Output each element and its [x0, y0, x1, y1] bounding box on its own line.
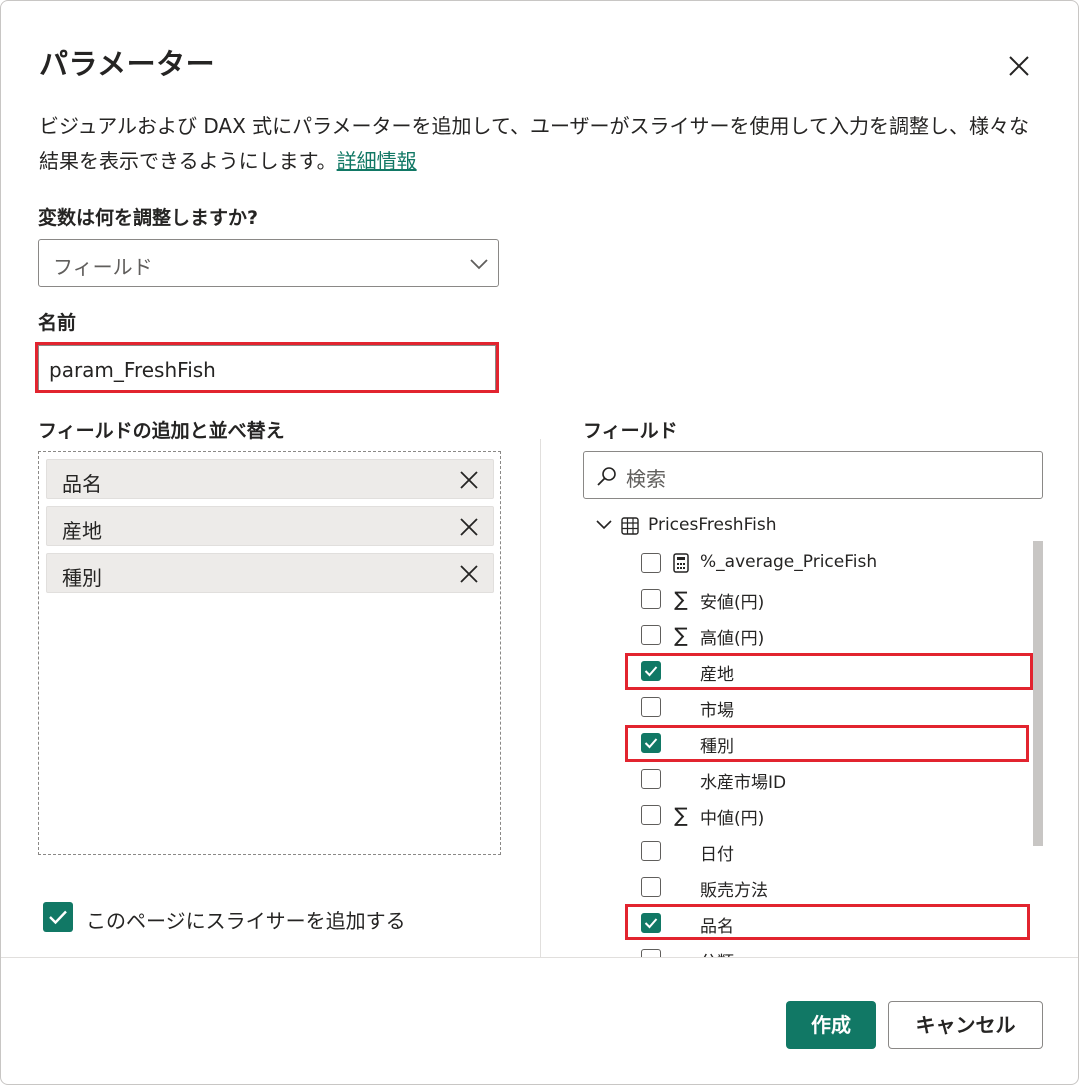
field-label: 高値(円) — [700, 629, 765, 649]
field-item[interactable]: 市場 — [641, 694, 1041, 724]
search-icon — [597, 467, 616, 486]
name-input[interactable]: param_FreshFish — [38, 345, 496, 391]
field-list-scrollbar[interactable] — [1033, 541, 1043, 846]
field-checkbox[interactable] — [641, 805, 661, 825]
field-checkbox[interactable] — [641, 661, 661, 681]
check-icon — [644, 918, 658, 929]
field-checkbox[interactable] — [641, 949, 661, 957]
field-item[interactable]: ∑ 安値(円) — [641, 586, 1041, 616]
variable-select[interactable]: フィールド — [38, 239, 499, 287]
field-checkbox[interactable] — [641, 877, 661, 897]
field-checkbox[interactable] — [641, 589, 661, 609]
remove-icon[interactable] — [458, 516, 480, 538]
close-button[interactable] — [1004, 51, 1034, 81]
field-checkbox[interactable] — [641, 733, 661, 753]
chevron-down-icon[interactable] — [595, 518, 613, 532]
field-checkbox[interactable] — [641, 913, 661, 933]
chevron-down-icon — [470, 259, 488, 270]
table-icon — [621, 517, 639, 535]
field-checkbox[interactable] — [641, 841, 661, 861]
field-item[interactable]: %_average_PriceFish — [641, 550, 1041, 580]
check-icon — [49, 910, 67, 925]
order-chip-label: 種別 — [62, 566, 102, 590]
field-label: 分類 — [700, 948, 734, 957]
column-divider — [540, 439, 541, 957]
table-name: PricesFreshFish — [648, 515, 777, 535]
cancel-button[interactable]: キャンセル — [888, 1001, 1043, 1049]
dialog-title: パラメーター — [39, 47, 216, 81]
field-label: %_average_PriceFish — [700, 552, 878, 572]
name-label: 名前 — [38, 312, 77, 334]
create-button[interactable]: 作成 — [786, 1001, 876, 1049]
sigma-icon: ∑ — [674, 587, 688, 611]
field-search-input[interactable]: 検索 — [583, 451, 1043, 499]
parameter-dialog: パラメーター ビジュアルおよび DAX 式にパラメーターを追加して、ユーザーがス… — [0, 0, 1079, 1085]
field-item[interactable]: ∑ 中値(円) — [641, 802, 1041, 832]
order-chip-label: 品名 — [62, 472, 102, 496]
field-tree: PricesFreshFish %_average_PriceFish ∑ 安値… — [581, 506, 1051, 957]
dialog-description: ビジュアルおよび DAX 式にパラメーターを追加して、ユーザーがスライサーを使用… — [39, 109, 1029, 179]
field-label: 中値(円) — [700, 809, 765, 829]
footer-divider — [1, 957, 1078, 958]
remove-icon[interactable] — [458, 469, 480, 491]
name-input-value: param_FreshFish — [49, 358, 216, 382]
field-item[interactable]: 品名 — [641, 910, 1041, 940]
calculator-icon — [673, 553, 689, 573]
field-label: 安値(円) — [700, 593, 765, 613]
search-placeholder: 検索 — [626, 467, 666, 491]
field-item[interactable]: ∑ 高値(円) — [641, 622, 1041, 652]
sigma-icon: ∑ — [674, 803, 688, 827]
field-label: 産地 — [700, 665, 734, 685]
field-label: 日付 — [700, 845, 734, 865]
check-icon — [644, 666, 658, 677]
order-chip[interactable]: 種別 — [46, 553, 494, 593]
field-checkbox[interactable] — [641, 769, 661, 789]
field-order-list[interactable]: 品名 産地 種別 — [38, 451, 501, 855]
fields-label: フィールド — [583, 420, 678, 442]
order-label: フィールドの追加と並べ替え — [38, 420, 285, 442]
variable-label: 変数は何を調整しますか? — [38, 207, 259, 229]
field-label: 販売方法 — [700, 881, 768, 901]
close-icon — [1009, 56, 1029, 76]
description-text: ビジュアルおよび DAX 式にパラメーターを追加して、ユーザーがスライサーを使用… — [39, 114, 1029, 173]
remove-icon[interactable] — [458, 563, 480, 585]
field-item[interactable]: 水産市場ID — [641, 766, 1041, 796]
sigma-icon: ∑ — [674, 623, 688, 647]
field-label: 品名 — [700, 917, 734, 937]
field-item[interactable]: 種別 — [641, 730, 1041, 760]
order-chip[interactable]: 産地 — [46, 506, 494, 546]
field-label: 種別 — [700, 737, 734, 757]
field-label: 市場 — [700, 701, 734, 721]
learn-more-link[interactable]: 詳細情報 — [337, 149, 417, 173]
field-checkbox[interactable] — [641, 625, 661, 645]
add-slicer-label[interactable]: このページにスライサーを追加する — [86, 905, 406, 934]
field-item[interactable]: 産地 — [641, 658, 1041, 688]
add-slicer-checkbox[interactable] — [43, 902, 73, 932]
field-item[interactable]: 販売方法 — [641, 874, 1041, 904]
field-checkbox[interactable] — [641, 553, 661, 573]
field-label: 水産市場ID — [700, 773, 787, 793]
check-icon — [644, 738, 658, 749]
field-checkbox[interactable] — [641, 697, 661, 717]
order-chip[interactable]: 品名 — [46, 459, 494, 499]
field-item[interactable]: 分類 — [641, 946, 1041, 957]
field-item[interactable]: 日付 — [641, 838, 1041, 868]
variable-selected-value: フィールド — [53, 255, 153, 279]
order-chip-label: 産地 — [62, 519, 102, 543]
